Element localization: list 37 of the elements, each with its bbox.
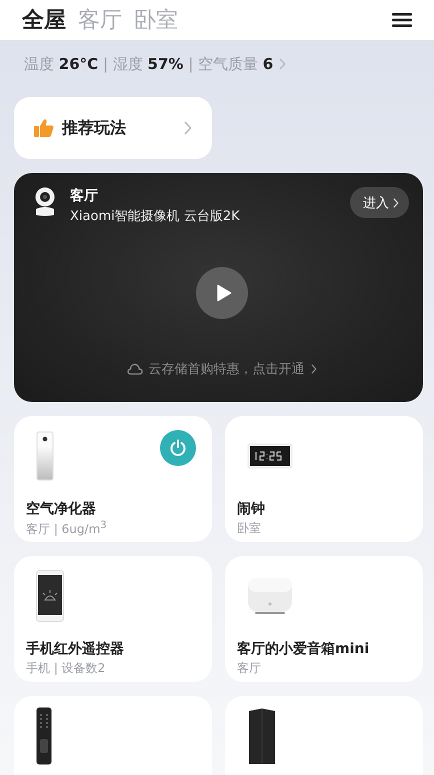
- device-card[interactable]: 手机红外遥控器 手机 | 设备数2: [14, 556, 212, 682]
- camera-room: 客厅: [70, 187, 99, 205]
- recommend-card[interactable]: 推荐玩法: [14, 97, 212, 159]
- device-detail: 客厅 | 6ug/m$^{3}$: [26, 520, 108, 538]
- device-detail: 客厅: [237, 660, 262, 677]
- device-card[interactable]: 空气净化器 客厅 | 6ug/m$^{3}$: [14, 416, 212, 542]
- environment-readings[interactable]: 温度 26°C | 湿度 57% | 空气质量 6: [24, 54, 274, 74]
- device-name: 客厅的小爱音箱mini: [237, 640, 370, 658]
- camera-model: Xiaomi智能摄像机 云台版2K: [70, 208, 241, 225]
- device-name: 空气净化器: [26, 500, 97, 518]
- door-lock-drawing: [36, 707, 52, 765]
- enter-button[interactable]: 进入: [350, 187, 409, 218]
- chevron-right-icon: [184, 121, 192, 135]
- cloud-icon: [126, 363, 142, 375]
- chevron-right-icon: [393, 198, 399, 208]
- chevron-right-icon: [310, 364, 316, 374]
- smart-speaker-drawing: [247, 576, 293, 616]
- device-name: 闹钟: [237, 500, 266, 518]
- device-name: 手机红外遥控器: [26, 640, 125, 658]
- alarm-clock-drawing: [247, 443, 293, 469]
- device-card[interactable]: 客厅的小爱音箱mini 客厅: [225, 556, 423, 682]
- device-card[interactable]: 闹钟 卧室: [225, 416, 423, 542]
- camera-card[interactable]: 客厅 Xiaomi智能摄像机 云台版2K 进入 云存储首购特惠，点击开通: [14, 173, 423, 402]
- device-detail: 卧室: [237, 520, 262, 537]
- router-drawing: [247, 708, 277, 764]
- air-purifier-drawing: [36, 431, 54, 481]
- menu-icon[interactable]: [392, 12, 412, 28]
- device-detail: 手机 | 设备数2: [26, 660, 106, 677]
- camera-device-icon: [34, 187, 56, 217]
- chevron-right-icon: [279, 58, 286, 70]
- phone-drawing: [36, 570, 64, 622]
- cloud-storage-promo-link[interactable]: 云存储首购特惠，点击开通: [148, 360, 304, 378]
- room-tab[interactable]: 全屋: [22, 5, 66, 35]
- play-icon: [216, 284, 232, 302]
- power-button[interactable]: [160, 430, 196, 466]
- thumbs-up-icon: [34, 118, 54, 138]
- power-icon: [169, 439, 187, 457]
